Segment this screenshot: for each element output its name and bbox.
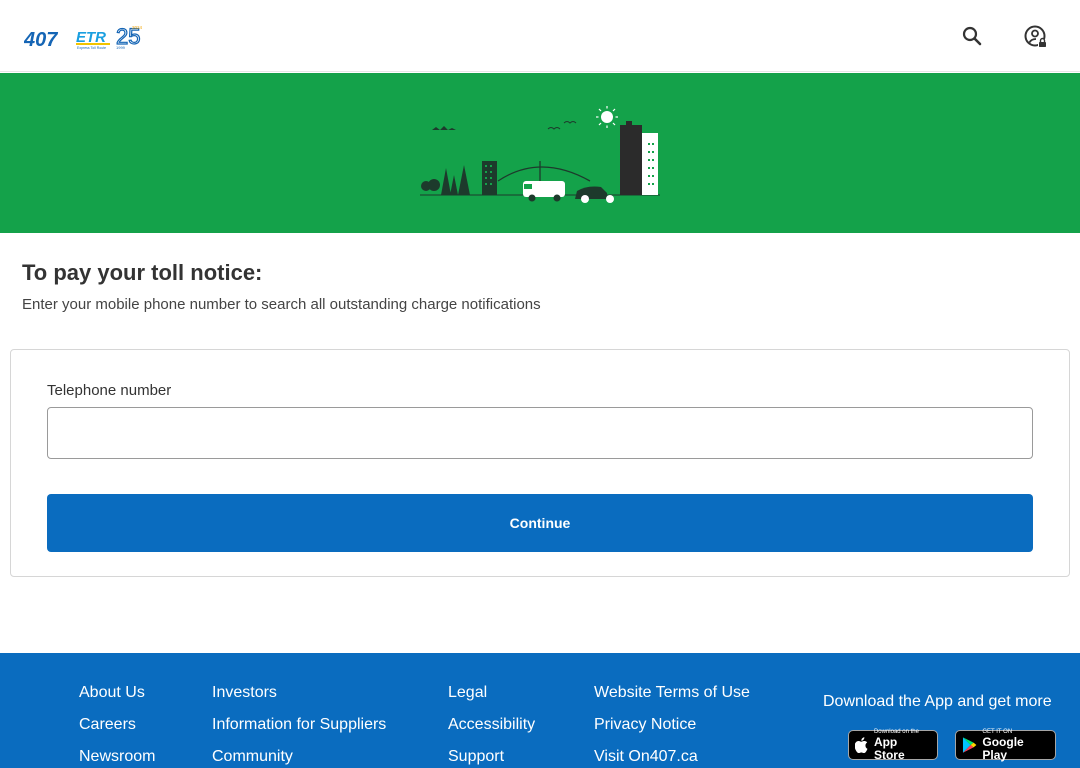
account-lock-icon[interactable] <box>1024 24 1048 48</box>
google-play-big-text: Google Play <box>982 734 1024 762</box>
footer-column-investors: Investors Information for Suppliers Comm… <box>212 683 386 768</box>
sun-graphic <box>596 106 618 128</box>
site-header: 407 ETR Express Toll Route 25 2024 1999 <box>0 0 1080 72</box>
footer-link-about-us[interactable]: About Us <box>79 683 155 715</box>
footer-column-legal: Legal Accessibility Support <box>448 683 535 768</box>
logo-tagline: Express Toll Route <box>77 46 106 50</box>
google-play-badge[interactable]: GET IT ON Google Play <box>955 729 1056 762</box>
footer-link-terms[interactable]: Website Terms of Use <box>594 683 750 715</box>
telephone-input[interactable] <box>47 407 1033 459</box>
footer-link-investors[interactable]: Investors <box>212 683 386 715</box>
footer-link-privacy[interactable]: Privacy Notice <box>594 715 750 747</box>
apple-icon <box>855 737 868 753</box>
footer-column-policies: Website Terms of Use Privacy Notice Visi… <box>594 683 750 768</box>
footer-link-accessibility[interactable]: Accessibility <box>448 715 535 747</box>
page-title: To pay your toll notice: <box>22 260 263 285</box>
logo-year-bottom: 1999 <box>116 45 126 50</box>
footer-link-newsroom[interactable]: Newsroom <box>79 747 155 768</box>
footer-link-support[interactable]: Support <box>448 747 535 768</box>
footer-link-community[interactable]: Community <box>212 747 386 768</box>
city-illustration <box>420 106 660 203</box>
trees-graphic <box>421 165 470 195</box>
continue-button[interactable]: Continue <box>47 494 1033 552</box>
tower-dark <box>620 125 642 195</box>
download-app-text: Download the App and get more <box>823 693 1052 710</box>
footer-link-suppliers[interactable]: Information for Suppliers <box>212 715 386 747</box>
footer-link-on407[interactable]: Visit On407.ca <box>594 747 750 768</box>
cloud-graphic <box>432 126 456 130</box>
site-footer: About Us Careers Newsroom Investors Info… <box>0 653 1080 768</box>
app-store-big-text: App Store <box>873 734 905 762</box>
search-icon[interactable] <box>960 24 984 48</box>
page-subtitle: Enter your mobile phone number to search… <box>22 296 541 313</box>
logo-407-text: 407 <box>24 29 58 50</box>
407-etr-logo[interactable]: 407 ETR Express Toll Route 25 2024 1999 <box>24 22 146 50</box>
bridge-graphic <box>497 166 591 182</box>
footer-column-company: About Us Careers Newsroom <box>79 683 155 768</box>
tower-light <box>642 133 658 195</box>
footer-link-careers[interactable]: Careers <box>79 715 155 747</box>
telephone-label: Telephone number <box>47 382 172 399</box>
app-store-badge[interactable]: Download on the App Store <box>848 729 938 762</box>
building-left <box>482 161 497 195</box>
logo-year-top: 2024 <box>132 25 143 30</box>
footer-link-legal[interactable]: Legal <box>448 683 535 715</box>
hero-banner <box>0 73 1080 233</box>
phone-lookup-card: Telephone number Continue <box>10 349 1070 577</box>
birds-graphic <box>547 121 577 130</box>
van-graphic <box>523 181 565 202</box>
google-play-icon <box>962 737 977 753</box>
